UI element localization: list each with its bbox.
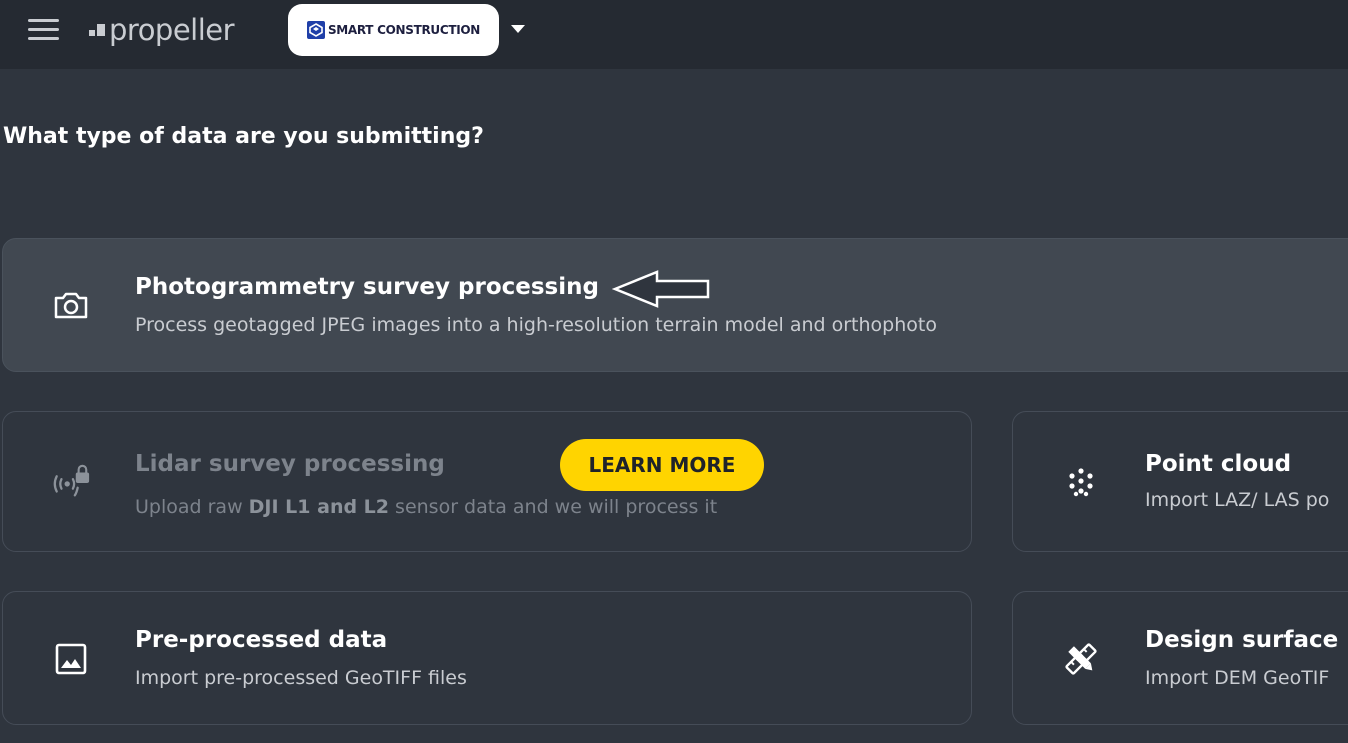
smart-construction-logo: SMART CONSTRUCTION — [306, 21, 481, 39]
org-name: SMART CONSTRUCTION — [327, 23, 481, 37]
organization-switcher[interactable]: SMART CONSTRUCTION — [288, 4, 499, 56]
description-prefix: Upload raw — [135, 496, 249, 518]
lidar-locked-icon — [51, 462, 91, 502]
chevron-down-icon[interactable] — [511, 25, 525, 33]
learn-more-button[interactable]: LEARN MORE — [560, 439, 764, 491]
option-title: Design surface — [1145, 627, 1339, 653]
option-description: Import pre-processed GeoTIFF files — [135, 667, 467, 689]
top-bar: propeller SMART CONSTRUCTION — [0, 0, 1348, 69]
option-description: Upload raw DJI L1 and L2 sensor data and… — [135, 496, 717, 518]
design-tools-icon — [1061, 639, 1101, 679]
camera-icon — [51, 285, 91, 325]
option-description: Import LAZ/ LAS po — [1145, 489, 1330, 511]
option-description: Process geotagged JPEG images into a hig… — [135, 314, 937, 336]
annotation-arrow-icon — [612, 270, 710, 308]
option-title: Pre-processed data — [135, 627, 388, 653]
page-title: What type of data are you submitting? — [3, 124, 484, 149]
description-bold: DJI L1 and L2 — [248, 496, 390, 518]
propeller-logo[interactable]: propeller — [89, 12, 235, 48]
option-pre-processed[interactable]: Pre-processed data Import pre-processed … — [2, 591, 972, 725]
point-cloud-icon — [1061, 462, 1101, 502]
logo-text: propeller — [109, 13, 235, 47]
smart-construction-icon — [306, 21, 325, 39]
option-design-surface[interactable]: Design surface Import DEM GeoTIF — [1012, 591, 1348, 725]
option-lidar[interactable]: Lidar survey processing Upload raw DJI L… — [2, 411, 972, 552]
option-title: Point cloud — [1145, 451, 1292, 477]
hamburger-menu-icon[interactable] — [28, 19, 59, 41]
description-suffix: sensor data and we will process it — [389, 496, 718, 518]
option-title: Lidar survey processing — [135, 451, 445, 477]
option-title: Photogrammetry survey processing — [135, 274, 599, 300]
option-description: Import DEM GeoTIF — [1145, 667, 1330, 689]
option-point-cloud[interactable]: Point cloud Import LAZ/ LAS po — [1012, 411, 1348, 552]
image-icon — [51, 639, 91, 679]
propeller-logo-mark-icon — [89, 24, 107, 40]
